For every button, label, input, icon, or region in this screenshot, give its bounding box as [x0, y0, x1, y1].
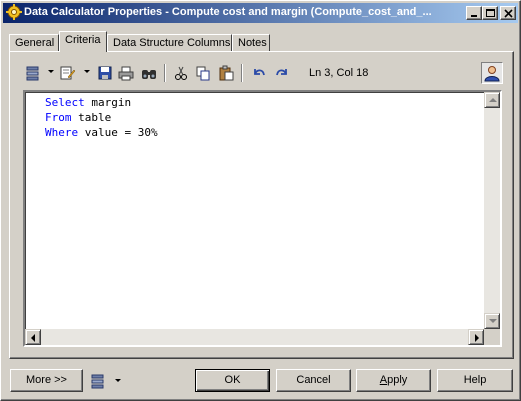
help-button[interactable]: Help	[437, 369, 513, 392]
title-bar[interactable]: Data Calculator Properties - Compute cos…	[3, 3, 518, 23]
toolbar-separator	[241, 64, 243, 82]
sql-editor[interactable]: Select margin From table Where value = 30%	[23, 90, 502, 347]
close-icon	[504, 9, 513, 18]
redo-icon[interactable]	[272, 63, 292, 83]
properties-icon[interactable]	[23, 63, 43, 83]
chevron-down-icon[interactable]	[48, 70, 54, 73]
ok-button[interactable]: OK	[195, 369, 270, 392]
tab-criteria[interactable]: Criteria	[59, 31, 107, 52]
right-arrow-icon	[475, 334, 479, 342]
code-text[interactable]: Select margin From table Where value = 30%	[45, 95, 158, 140]
scroll-down-button[interactable]	[484, 313, 500, 329]
editor-toolbar: Ln 3, Col 18	[23, 62, 503, 84]
tab-general[interactable]: General	[9, 34, 59, 51]
edit-icon[interactable]	[57, 63, 77, 83]
maximize-button[interactable]	[482, 6, 498, 20]
scrollbar-corner	[484, 329, 500, 345]
tab-notes[interactable]: Notes	[232, 34, 270, 51]
code-line: Select margin	[45, 96, 132, 109]
print-icon[interactable]	[116, 63, 136, 83]
code-line: Where value = 30%	[45, 126, 158, 139]
chevron-down-icon[interactable]	[115, 379, 121, 382]
up-arrow-icon	[489, 98, 497, 102]
left-arrow-icon	[31, 334, 35, 342]
find-icon[interactable]	[139, 63, 159, 83]
apply-button[interactable]: Apply	[356, 369, 431, 392]
code-line: From table	[45, 111, 112, 124]
save-icon[interactable]	[95, 63, 115, 83]
gear-icon	[6, 4, 22, 20]
more-button[interactable]: More >>	[10, 369, 83, 392]
tab-data-structure-columns[interactable]: Data Structure Columns	[107, 34, 232, 51]
scroll-right-button[interactable]	[468, 329, 484, 345]
down-arrow-icon	[489, 319, 497, 323]
toolbar-separator	[164, 64, 166, 82]
copy-icon[interactable]	[193, 63, 213, 83]
horizontal-scrollbar[interactable]	[25, 329, 484, 345]
window-title: Data Calculator Properties - Compute cos…	[24, 6, 432, 18]
undo-icon[interactable]	[249, 63, 269, 83]
chevron-down-icon[interactable]	[84, 70, 90, 73]
minimize-icon	[471, 15, 477, 17]
properties-icon	[91, 374, 104, 389]
user-icon[interactable]	[481, 62, 503, 84]
paste-icon[interactable]	[216, 63, 236, 83]
close-button[interactable]	[500, 6, 516, 20]
scroll-left-button[interactable]	[25, 329, 41, 345]
minimize-button[interactable]	[466, 6, 482, 20]
properties-window: Data Calculator Properties - Compute cos…	[0, 0, 521, 401]
cursor-position: Ln 3, Col 18	[309, 67, 369, 79]
scroll-up-button[interactable]	[484, 92, 500, 108]
cancel-button[interactable]: Cancel	[276, 369, 351, 392]
cut-icon[interactable]	[171, 63, 191, 83]
vertical-scrollbar[interactable]	[484, 92, 500, 329]
maximize-icon	[486, 9, 495, 17]
property-menu-button[interactable]	[83, 369, 127, 392]
